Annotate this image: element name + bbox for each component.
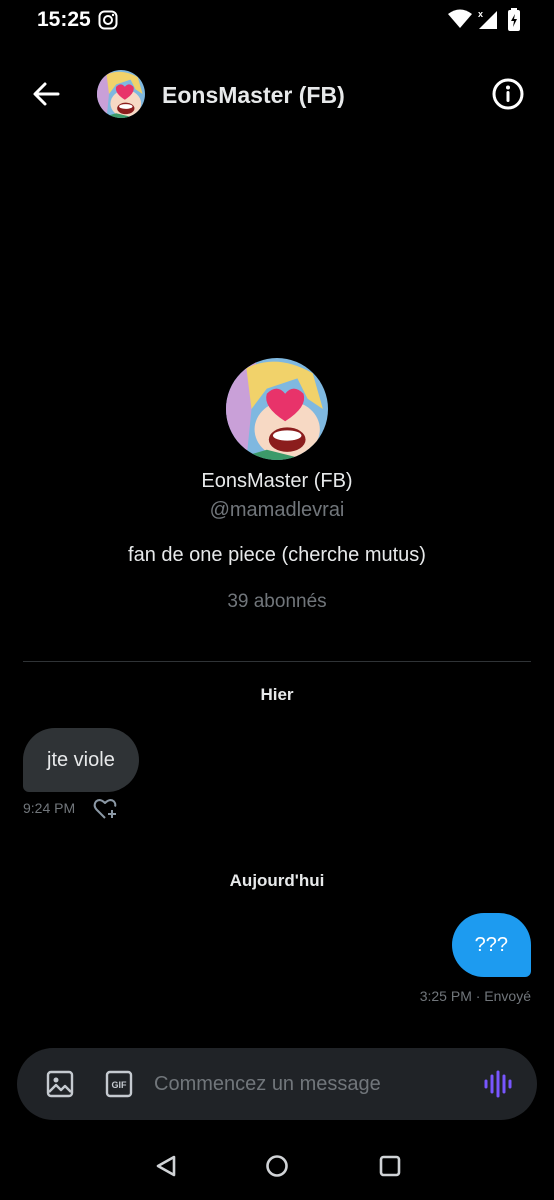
profile-followers[interactable]: 39 abonnés: [0, 591, 554, 613]
svg-text:x: x: [478, 9, 483, 19]
profile-avatar[interactable]: [226, 358, 328, 460]
nav-recent-apps-icon[interactable]: [378, 1154, 402, 1178]
sent-message-bubble[interactable]: ???: [451, 913, 531, 977]
system-navigation-bar: [0, 1130, 554, 1200]
instagram-icon: [98, 10, 118, 30]
divider: [23, 661, 531, 662]
gif-icon[interactable]: GIF: [105, 1070, 133, 1098]
add-reaction-heart-icon[interactable]: [93, 797, 119, 821]
message-input[interactable]: [154, 1066, 464, 1102]
image-icon[interactable]: [46, 1070, 74, 1098]
nav-back-icon[interactable]: [154, 1154, 178, 1178]
conversation-header: EonsMaster (FB): [0, 58, 554, 130]
wifi-icon: [448, 9, 472, 28]
message-timestamp: 9:24 PM: [23, 800, 76, 816]
profile-handle[interactable]: @mamadlevrai: [0, 499, 554, 522]
back-arrow-icon[interactable]: [30, 78, 62, 110]
info-icon[interactable]: [491, 77, 525, 111]
gif-label: GIF: [112, 1080, 128, 1090]
avatar-image: [97, 70, 145, 118]
profile-bio: fan de one piece (cherche mutus): [128, 544, 426, 566]
avatar-image: [226, 358, 328, 460]
header-avatar[interactable]: [97, 70, 145, 118]
day-separator: Hier: [260, 685, 294, 704]
received-message-bubble[interactable]: jte viole: [23, 728, 139, 792]
battery-icon: [508, 8, 520, 31]
day-separator: Aujourd'hui: [229, 871, 325, 890]
voice-message-icon[interactable]: [483, 1070, 513, 1098]
header-title[interactable]: EonsMaster (FB): [162, 82, 345, 109]
nav-home-icon[interactable]: [265, 1154, 289, 1178]
profile-name[interactable]: EonsMaster (FB): [0, 470, 554, 493]
message-status: 3:25 PM · Envoyé: [419, 988, 531, 1004]
status-bar: 15:25 x: [0, 0, 554, 44]
message-composer: GIF: [17, 1048, 537, 1120]
status-time: 15:25: [37, 8, 91, 31]
signal-icon: x: [478, 9, 497, 29]
profile-summary: EonsMaster (FB) @mamadlevrai fan de one …: [0, 358, 554, 613]
